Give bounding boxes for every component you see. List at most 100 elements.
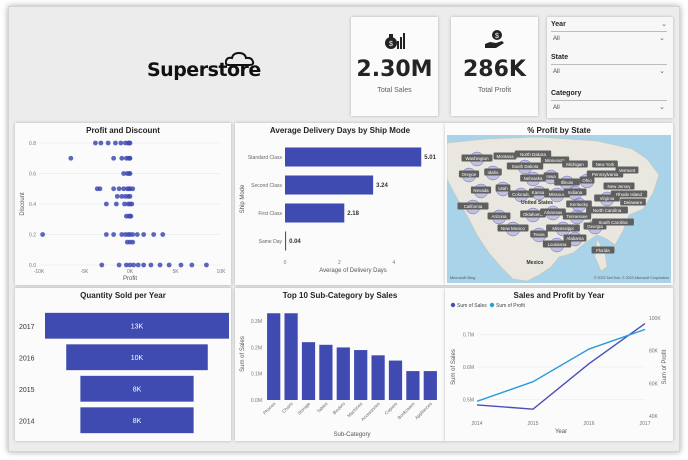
column-bar (354, 350, 368, 400)
column-bar (267, 313, 281, 400)
state-label: Mississippi (552, 226, 573, 231)
state-label: Louisiana (548, 242, 567, 247)
scatter-point (151, 232, 157, 237)
state-label: Nevada (473, 188, 489, 193)
scatter-point (127, 171, 133, 176)
legend-label: Sum of Sales (457, 303, 487, 309)
slicer-divider (551, 64, 667, 65)
series-line-sales (476, 322, 646, 410)
state-label: North Dakota (520, 152, 546, 157)
scatter-point (103, 201, 109, 207)
chart-title: % Profit by State (527, 126, 591, 135)
y-tick-label: 0.3M (251, 319, 262, 325)
hand-coin-icon: $ (484, 30, 504, 48)
line-chart: Sum of Sales Sum of Profit 0.5M 0.6M 0.7M 40K… (450, 302, 668, 435)
x-tick-label: -10K (34, 269, 45, 275)
scatter-point (178, 262, 184, 268)
y2-tick-label: 80K (649, 349, 659, 355)
column-bar (301, 342, 316, 400)
slicer-title: Category (551, 90, 582, 97)
horizontal-bar-chart: Standard Class 5.01 Second Class 3.24 First … (240, 147, 437, 274)
scatter-point (98, 140, 104, 146)
bar (285, 231, 287, 251)
scatter-point (116, 186, 122, 192)
column-bar (336, 347, 350, 400)
state-label: New Jersey (608, 184, 632, 189)
x-tick-label: 0 (284, 260, 287, 266)
y2-tick-label: 40K (649, 414, 659, 420)
chart-sales-profit-year[interactable]: Sales and Profit by Year Sum of Sales Sum… (445, 288, 673, 441)
scatter-point (128, 213, 134, 219)
chevron-down-icon: ⌄ (659, 104, 665, 111)
state-label: Colorado (512, 192, 530, 197)
x-axis-title: Average of Delivery Days (319, 268, 387, 274)
y-tick-label: 0.6 (29, 172, 36, 178)
scatter-plot: 0.00.20.40.60.8-10K -5K 0K 5K 10KProfitDisco… (20, 140, 226, 282)
scatter-point (111, 155, 117, 161)
x-tick-label: 2 (338, 260, 341, 266)
slicer-divider (551, 31, 667, 32)
category-label: Machines (346, 401, 364, 419)
map-attribution: Microsoft Bing (450, 275, 475, 280)
scatter-point (68, 155, 74, 161)
data-label: 3.24 (376, 183, 388, 189)
chart-profit-discount[interactable]: Profit and Discount 0.0 0.2 0.4 0.6 0.8 -10K -… (15, 123, 231, 285)
us-map[interactable]: Washington Montana North DakotaMinnesotaOr… (447, 135, 671, 283)
state-label: Arkansas (544, 210, 563, 215)
slicer-title: Year (551, 21, 566, 28)
x-tick-label: 2015 (527, 421, 538, 427)
slicer-panel: Year ⌄ All ⌄ State All ⌄ Category All ⌄ (547, 17, 673, 118)
state-label: Idaho (488, 170, 500, 175)
scatter-point (157, 262, 163, 268)
column-bar (284, 313, 298, 400)
dashboard-frame: Superstore $ 2.30M Total Sales $ 286K To… (8, 6, 680, 452)
chart-quantity-per-year[interactable]: Quantity Sold per Year 13K 2017 10K 2016 8K 2… (15, 288, 231, 441)
slicer-dropdown[interactable]: All ⌄ (551, 68, 667, 78)
scatter-point (148, 262, 154, 268)
money-bag-chart-icon: $ (384, 33, 405, 49)
x-tick-label: -5K (81, 269, 89, 275)
x-axis-title: Year (555, 429, 567, 435)
scatter-point (119, 155, 125, 161)
scatter-point (135, 262, 141, 268)
funnel-chart: 13K 2017 10K 2016 8K 2015 8K 2014 (19, 312, 229, 434)
kpi-card-total-sales[interactable]: $ 2.30M Total Sales (351, 17, 438, 116)
y-axis-title: Sum of Sales (451, 349, 457, 385)
scatter-point (130, 239, 136, 245)
scatter-point (127, 193, 133, 199)
slicer-dropdown[interactable]: All ⌄ (551, 104, 667, 114)
state-label: Ohio (582, 178, 592, 183)
slicer-dropdown[interactable]: All ⌄ (551, 35, 667, 45)
column-bar (406, 371, 420, 400)
state-label: Arizona (492, 214, 507, 219)
state-label: South Dakota (512, 164, 539, 169)
scatter-point (99, 262, 105, 268)
y2-tick-label: 60K (649, 381, 659, 387)
slicer-value: All (553, 36, 560, 42)
kpi-value: 286K (463, 57, 526, 82)
y-tick-label: 0.2M (251, 345, 262, 351)
category-label: Chairs (281, 401, 294, 414)
data-label: 8K (133, 386, 142, 393)
data-label: 10K (131, 355, 144, 362)
country-label: United States (521, 200, 553, 206)
state-label: North Carolina (593, 208, 622, 213)
chevron-down-icon[interactable]: ⌄ (661, 20, 667, 28)
scatter-point (118, 140, 124, 146)
slicer-divider (551, 100, 667, 101)
category-label: 2017 (19, 324, 35, 331)
chart-top-subcategory[interactable]: Top 10 Sub-Category by Sales 0.0M 0.1M 0.2… (235, 288, 445, 441)
kpi-label: Total Sales (377, 87, 412, 94)
bar (285, 203, 345, 223)
category-label: Binders (332, 401, 347, 416)
state-label: Utah (498, 186, 508, 191)
x-axis-title: Profit (123, 276, 137, 282)
chart-delivery-days[interactable]: Average Delivery Days by Ship Mode Stand… (235, 123, 445, 285)
bar (285, 175, 374, 195)
state-label: Alabama (566, 236, 584, 241)
scatter-point (189, 262, 195, 268)
state-label: Texas (533, 232, 545, 237)
slicer-title: State (551, 54, 569, 61)
chart-profit-by-state-map[interactable]: % Profit by State Washington Montana North… (445, 123, 673, 285)
kpi-card-total-profit[interactable]: $ 286K Total Profit (451, 17, 538, 116)
